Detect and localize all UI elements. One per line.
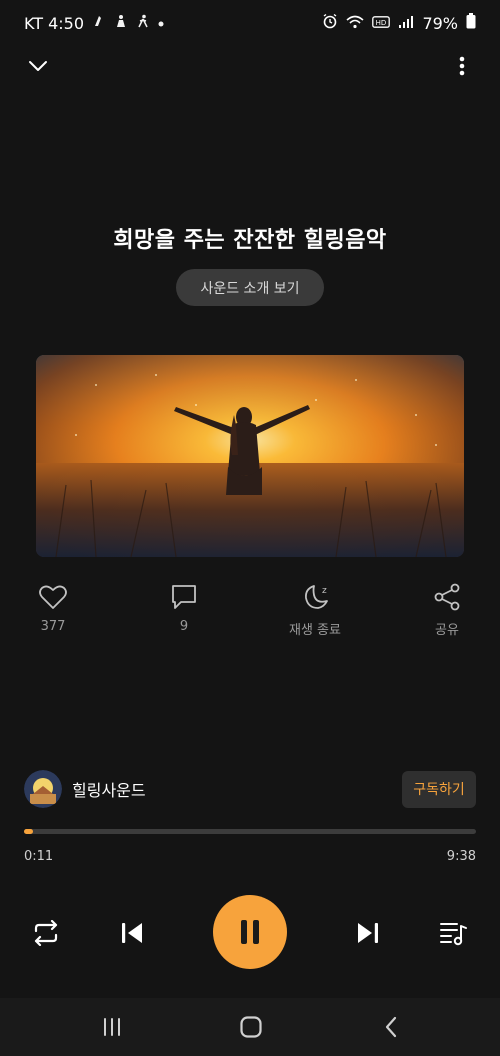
- home-icon: [240, 1016, 262, 1038]
- status-bar: KT 4:50 HD 79%: [0, 0, 500, 46]
- track-actions: 377 9 z 재생 종료 공유: [0, 583, 500, 643]
- battery-percent: 79%: [422, 13, 458, 33]
- more-vertical-icon: [459, 56, 465, 76]
- repeat-icon: [34, 920, 58, 946]
- heart-icon: [39, 585, 67, 609]
- sound-intro-button[interactable]: 사운드 소개 보기: [176, 269, 324, 306]
- previous-button[interactable]: [115, 917, 149, 949]
- pause-button[interactable]: [213, 895, 287, 969]
- wifi-icon: [346, 14, 364, 33]
- moon-icon: z: [305, 585, 328, 609]
- like-button[interactable]: 377: [0, 583, 108, 634]
- subscribe-button[interactable]: 구독하기: [402, 770, 476, 808]
- comment-count: 9: [179, 619, 189, 634]
- current-time: 0:11: [24, 849, 54, 864]
- chevron-down-icon: [29, 61, 47, 71]
- dot-icon: [158, 15, 164, 31]
- hd-icon: HD: [372, 14, 391, 33]
- walk-icon: [136, 14, 150, 32]
- recent-apps-button[interactable]: [92, 1010, 132, 1044]
- sleep-timer-button[interactable]: z 재생 종료: [260, 583, 370, 638]
- comment-icon: [172, 585, 196, 609]
- skip-next-icon: [358, 923, 378, 943]
- queue-music-icon: [440, 923, 467, 946]
- progress-fill: [24, 829, 33, 834]
- pause-icon: [241, 920, 259, 944]
- like-count: 377: [40, 619, 66, 634]
- skip-previous-icon: [122, 923, 142, 943]
- share-icon: [434, 583, 460, 611]
- channel-info[interactable]: 힐링사운드: [24, 770, 146, 808]
- share-button[interactable]: 공유: [392, 583, 500, 638]
- notification-icon: [92, 14, 106, 32]
- svg-text:z: z: [322, 586, 327, 596]
- status-left: KT 4:50: [24, 14, 164, 33]
- back-button[interactable]: [371, 1010, 411, 1044]
- person-icon: [114, 14, 128, 32]
- battery-icon: [466, 13, 476, 33]
- recents-icon: [104, 1018, 120, 1036]
- progress-bar[interactable]: [24, 829, 476, 834]
- repeat-button[interactable]: [28, 917, 64, 949]
- back-icon: [385, 1016, 397, 1038]
- track-title: 희망을 주는 잔잔한 힐링음악: [113, 228, 387, 253]
- sleep-timer-label: 재생 종료: [289, 623, 341, 638]
- channel-name[interactable]: 힐링사운드: [72, 777, 146, 801]
- alarm-icon: [322, 13, 338, 33]
- more-options-button[interactable]: [448, 52, 476, 80]
- playback-controls: [0, 895, 500, 969]
- carrier-time: KT 4:50: [24, 13, 85, 33]
- playlist-button[interactable]: [436, 917, 472, 949]
- signal-icon: [398, 14, 414, 33]
- next-button[interactable]: [351, 917, 385, 949]
- comment-button[interactable]: 9: [129, 583, 239, 634]
- top-actions: [24, 52, 476, 80]
- channel-row: 힐링사운드 구독하기: [24, 770, 476, 808]
- svg-text:HD: HD: [376, 19, 387, 27]
- channel-avatar[interactable]: [24, 770, 62, 808]
- collapse-button[interactable]: [24, 52, 52, 80]
- home-button[interactable]: [231, 1010, 271, 1044]
- status-right: HD 79%: [322, 13, 476, 33]
- cover-art: [36, 355, 464, 557]
- system-nav-bar: [0, 998, 500, 1056]
- share-label: 공유: [435, 623, 459, 638]
- total-time: 9:38: [446, 849, 476, 864]
